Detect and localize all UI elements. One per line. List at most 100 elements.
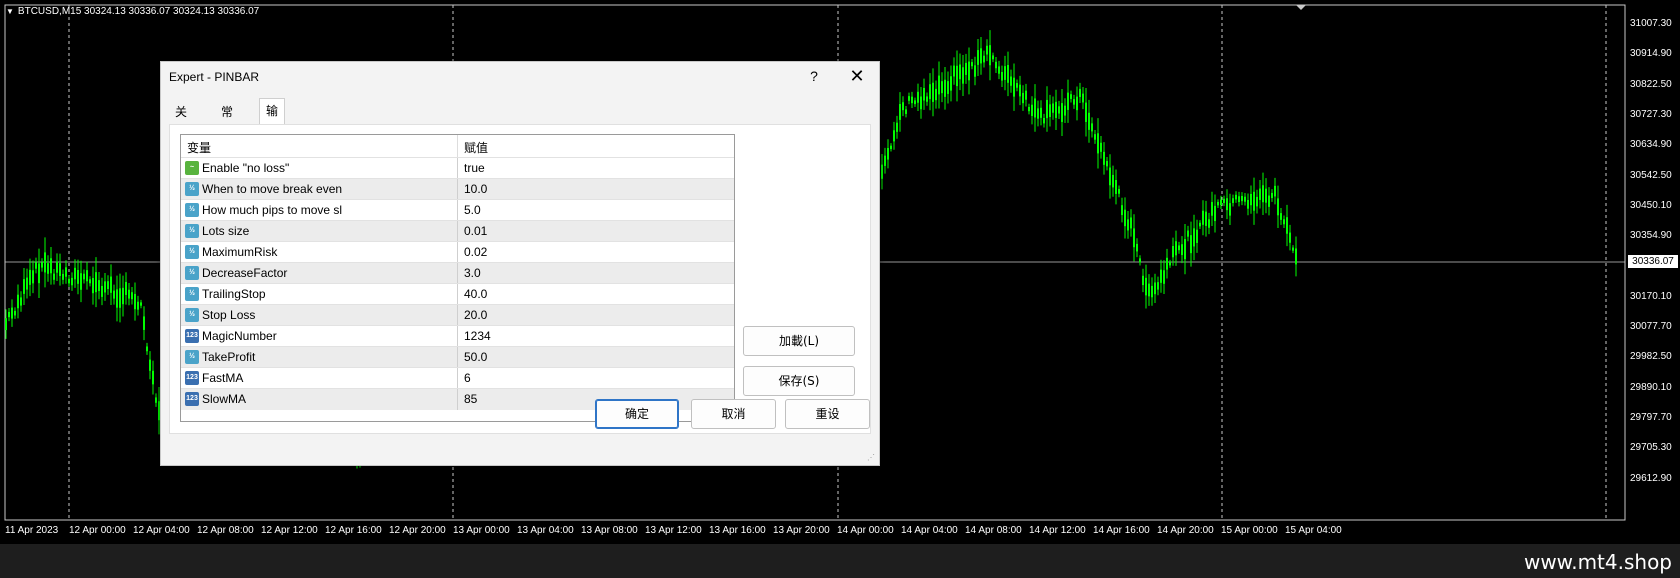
candle-body xyxy=(32,270,34,284)
candle-body xyxy=(1133,228,1135,248)
candle-body xyxy=(23,279,25,294)
candle-body xyxy=(137,301,139,310)
time-axis-label: 13 Apr 16:00 xyxy=(709,525,766,536)
resize-grip-icon[interactable]: ⋰ xyxy=(867,453,877,463)
candle-body xyxy=(1190,235,1192,254)
param-row[interactable]: ~ Enable "no loss" true xyxy=(181,157,734,179)
candle-body xyxy=(1160,269,1162,283)
candle-body xyxy=(1142,275,1144,286)
candle-body xyxy=(1055,101,1057,118)
time-axis-label: 13 Apr 04:00 xyxy=(517,525,574,536)
tab-inputs[interactable]: 输入参数 xyxy=(259,98,286,190)
candle-body xyxy=(983,55,985,63)
candle-body xyxy=(1229,203,1231,216)
candle-body xyxy=(1226,198,1228,211)
candle-body xyxy=(884,155,886,166)
param-row[interactable]: 123 MagicNumber 1234 xyxy=(181,325,734,347)
candle-body xyxy=(77,270,79,284)
param-value[interactable]: 0.02 xyxy=(464,245,487,259)
save-button[interactable]: 保存(S) xyxy=(743,366,855,396)
candle-body xyxy=(1076,96,1078,111)
time-axis-label: 15 Apr 00:00 xyxy=(1221,525,1278,536)
param-value[interactable]: 3.0 xyxy=(464,266,481,280)
column-divider xyxy=(457,347,458,368)
param-value[interactable]: 20.0 xyxy=(464,308,487,322)
time-axis-label: 14 Apr 08:00 xyxy=(965,525,1022,536)
param-row[interactable]: ½ MaximumRisk 0.02 xyxy=(181,241,734,263)
param-name: Stop Loss xyxy=(202,308,256,322)
column-divider xyxy=(457,221,458,242)
param-row[interactable]: ½ When to move break even 10.0 xyxy=(181,178,734,200)
close-button[interactable]: ✕ xyxy=(847,66,867,86)
candle-body xyxy=(929,84,931,100)
candle-body xyxy=(1013,77,1015,97)
candle-body xyxy=(98,280,100,292)
param-row[interactable]: ½ DecreaseFactor 3.0 xyxy=(181,262,734,284)
param-value[interactable]: 50.0 xyxy=(464,350,487,364)
param-row[interactable]: ½ Stop Loss 20.0 xyxy=(181,304,734,326)
candle-body xyxy=(914,100,916,105)
candle-body xyxy=(1253,191,1255,211)
param-value[interactable]: 5.0 xyxy=(464,203,481,217)
candle-body xyxy=(1154,282,1156,295)
candle-body xyxy=(1031,104,1033,116)
candle-body xyxy=(1097,133,1099,154)
price-axis-label: 29890.10 xyxy=(1630,381,1672,393)
dropdown-arrow-icon[interactable]: ▼ xyxy=(6,7,14,16)
param-name: MagicNumber xyxy=(202,329,277,343)
candle-body xyxy=(1091,123,1093,132)
param-row[interactable]: ½ How much pips to move sl 5.0 xyxy=(181,199,734,221)
column-divider xyxy=(457,305,458,326)
param-name: Lots size xyxy=(202,224,250,238)
candle-body xyxy=(1157,282,1159,290)
candle-body xyxy=(113,290,115,299)
cancel-button[interactable]: 取消 xyxy=(691,399,776,429)
candle-body xyxy=(56,261,58,273)
candle-body xyxy=(1064,105,1066,116)
candle-body xyxy=(1187,230,1189,237)
reset-button[interactable]: 重设 xyxy=(785,399,870,429)
candle-body xyxy=(143,316,145,330)
candle-body xyxy=(944,79,946,97)
candle-body xyxy=(1295,248,1297,265)
ok-button[interactable]: 确定 xyxy=(595,399,679,429)
param-value[interactable]: 10.0 xyxy=(464,182,487,196)
candle-body xyxy=(86,270,88,282)
param-value[interactable]: 85 xyxy=(464,392,477,406)
column-divider[interactable] xyxy=(457,135,458,157)
tab-about[interactable]: 关于 xyxy=(169,100,193,143)
candle-body xyxy=(974,65,976,77)
candle-body xyxy=(986,45,988,55)
double-icon: ½ xyxy=(185,224,199,238)
column-divider xyxy=(457,242,458,263)
param-value[interactable]: 0.01 xyxy=(464,224,487,238)
column-divider xyxy=(457,284,458,305)
candle-body xyxy=(1232,198,1234,203)
candle-body xyxy=(95,272,97,293)
candle-body xyxy=(998,66,1000,74)
candle-body xyxy=(1124,209,1126,227)
column-divider xyxy=(457,200,458,221)
param-row[interactable]: ½ TakeProfit 50.0 xyxy=(181,346,734,368)
param-value[interactable]: 6 xyxy=(464,371,471,385)
param-row[interactable]: 123 FastMA 6 xyxy=(181,367,734,389)
param-value[interactable]: 40.0 xyxy=(464,287,487,301)
candle-body xyxy=(1265,188,1267,203)
candle-body xyxy=(11,307,13,319)
candle-body xyxy=(905,109,907,114)
param-row[interactable]: ½ TrailingStop 40.0 xyxy=(181,283,734,305)
candle-body xyxy=(1145,277,1147,296)
tab-common[interactable]: 常用 xyxy=(215,100,239,143)
candle-body xyxy=(920,96,922,110)
candle-body xyxy=(83,273,85,280)
load-button[interactable]: 加載(L) xyxy=(743,326,855,356)
candle-body xyxy=(59,263,61,277)
help-button[interactable]: ? xyxy=(804,66,824,86)
double-icon: ½ xyxy=(185,287,199,301)
double-icon: ½ xyxy=(185,308,199,322)
param-row[interactable]: ½ Lots size 0.01 xyxy=(181,220,734,242)
candle-body xyxy=(917,91,919,103)
param-value[interactable]: true xyxy=(464,161,485,175)
param-value[interactable]: 1234 xyxy=(464,329,491,343)
price-axis-label: 30822.50 xyxy=(1630,78,1672,90)
